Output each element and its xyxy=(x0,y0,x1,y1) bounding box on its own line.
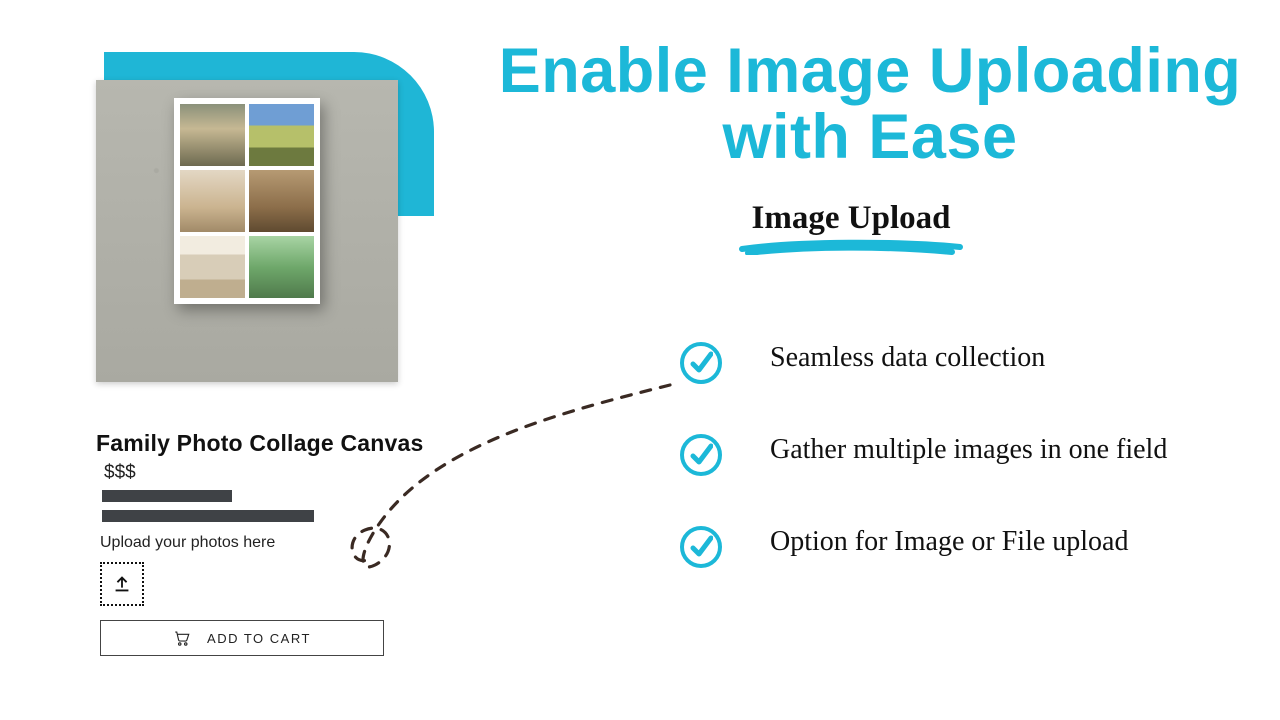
cart-icon xyxy=(173,629,191,647)
product-price: $$$ xyxy=(104,462,136,484)
feature-text: Seamless data collection xyxy=(770,340,1045,376)
decorative-arrow xyxy=(320,380,680,590)
collage-tile xyxy=(249,170,314,232)
feature-item: Gather multiple images in one field xyxy=(680,432,1240,476)
feature-item: Seamless data collection xyxy=(680,340,1240,384)
feature-text: Option for Image or File upload xyxy=(770,524,1128,560)
subhead-block: Image Upload xyxy=(738,200,964,260)
upload-field-label: Upload your photos here xyxy=(100,534,275,552)
add-to-cart-button[interactable]: ADD TO CART xyxy=(100,620,384,656)
check-icon xyxy=(680,526,722,568)
headline: Enable Image Uploading with Ease xyxy=(490,38,1250,170)
product-title: Family Photo Collage Canvas xyxy=(96,430,423,457)
description-placeholder-line xyxy=(102,510,314,522)
feature-item: Option for Image or File upload xyxy=(680,524,1240,568)
feature-list: Seamless data collection Gather multiple… xyxy=(680,340,1240,568)
collage-tile xyxy=(249,104,314,166)
subhead-underline xyxy=(738,239,964,255)
add-to-cart-label: ADD TO CART xyxy=(207,631,311,646)
collage-canvas xyxy=(174,98,320,304)
check-icon xyxy=(680,342,722,384)
feature-text: Gather multiple images in one field xyxy=(770,432,1167,468)
description-placeholder-line xyxy=(102,490,232,502)
upload-dropzone[interactable] xyxy=(100,562,144,606)
product-image xyxy=(96,80,398,382)
subhead: Image Upload xyxy=(738,200,964,237)
collage-tile xyxy=(180,104,245,166)
collage-tile xyxy=(180,236,245,298)
upload-icon xyxy=(111,573,133,595)
collage-tile xyxy=(249,236,314,298)
collage-tile xyxy=(180,170,245,232)
check-icon xyxy=(680,434,722,476)
